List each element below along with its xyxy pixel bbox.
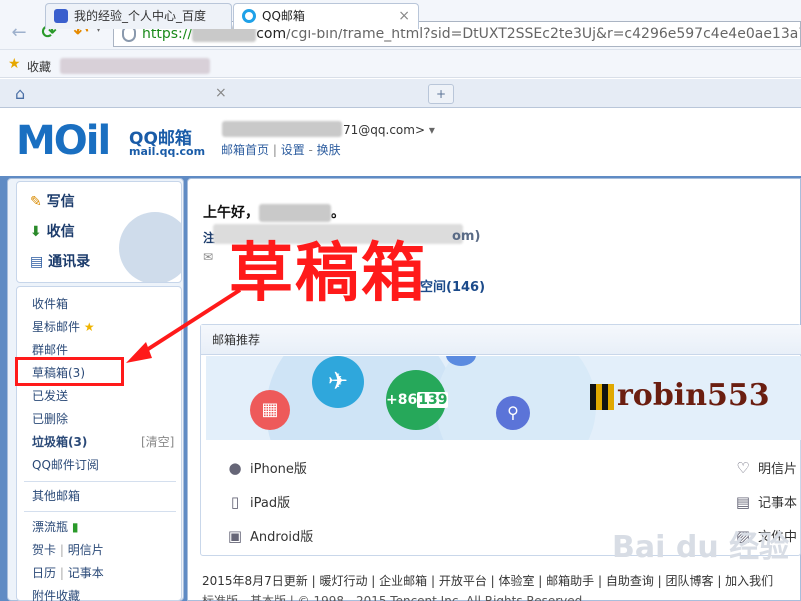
annotation-highlight-box <box>15 357 124 386</box>
annotation-arrow-head <box>126 342 152 363</box>
annotation-arrow-line <box>140 288 242 355</box>
annotation-arrow <box>126 288 242 363</box>
screenshot-root: ← ⟳ ↶ ▾ https://com/cgi-bin/frame_html?s… <box>0 0 801 601</box>
